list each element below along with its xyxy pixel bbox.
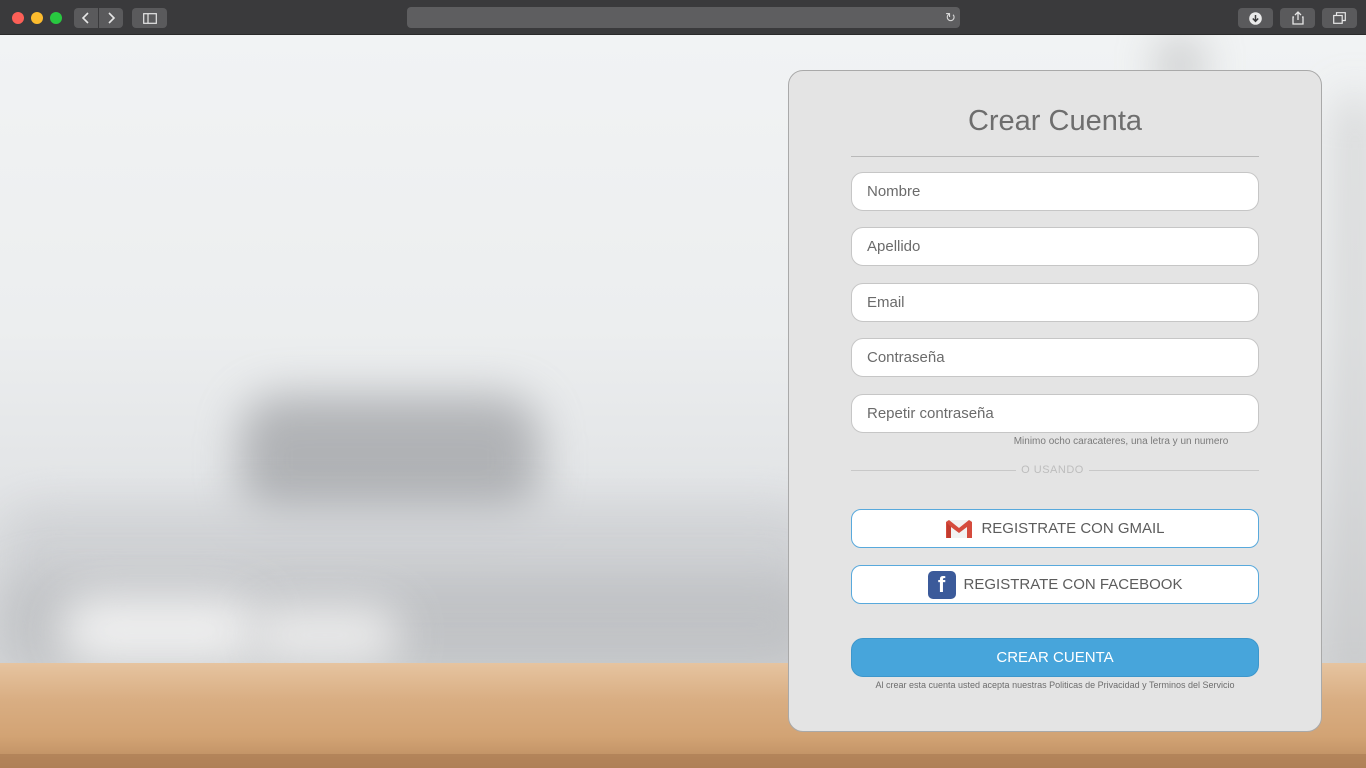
create-account-panel: Crear Cuenta Minimo ocho caracateres, un… bbox=[788, 70, 1322, 732]
email-input[interactable] bbox=[851, 283, 1259, 322]
form-title: Crear Cuenta bbox=[967, 105, 1143, 137]
browser-toolbar: ↻ bbox=[0, 0, 1366, 35]
reload-icon[interactable]: ↻ bbox=[945, 9, 956, 26]
repeat-password-input[interactable] bbox=[851, 394, 1259, 433]
facebook-signup-button[interactable]: f REGISTRATE CON FACEBOOK bbox=[851, 565, 1259, 604]
tabs-icon bbox=[1333, 12, 1346, 24]
password-input[interactable] bbox=[851, 338, 1259, 377]
zoom-window-button[interactable] bbox=[50, 12, 62, 24]
forward-button[interactable] bbox=[99, 8, 123, 28]
title-divider bbox=[851, 156, 1259, 157]
tab-overview-button[interactable] bbox=[1322, 8, 1357, 28]
terms-notice: Al crear esta cuenta usted acepta nuestr… bbox=[875, 680, 1235, 690]
sidebar-toggle-button[interactable] bbox=[132, 8, 167, 28]
password-hint: Minimo ocho caracateres, una letra y un … bbox=[1013, 436, 1229, 447]
blurred-shelf bbox=[1340, 95, 1366, 695]
downloads-button[interactable] bbox=[1238, 8, 1273, 28]
gmail-signup-button[interactable]: REGISTRATE CON GMAIL bbox=[851, 509, 1259, 548]
download-icon bbox=[1249, 11, 1262, 25]
close-window-button[interactable] bbox=[12, 12, 24, 24]
gmail-signup-label: REGISTRATE CON GMAIL bbox=[981, 520, 1165, 537]
share-icon bbox=[1291, 11, 1304, 25]
address-bar[interactable]: ↻ bbox=[407, 7, 960, 28]
share-button[interactable] bbox=[1280, 8, 1315, 28]
create-account-button[interactable]: CREAR CUENTA bbox=[851, 638, 1259, 677]
chevron-right-icon bbox=[108, 12, 116, 24]
last-name-input[interactable] bbox=[851, 227, 1259, 266]
back-button[interactable] bbox=[74, 8, 98, 28]
or-divider-label: O USANDO bbox=[1021, 464, 1084, 476]
or-divider-left bbox=[851, 470, 1016, 471]
blurred-bowl bbox=[250, 605, 400, 665]
facebook-icon: f bbox=[927, 570, 956, 599]
minimize-window-button[interactable] bbox=[31, 12, 43, 24]
gmail-icon bbox=[945, 515, 973, 543]
facebook-signup-label: REGISTRATE CON FACEBOOK bbox=[963, 576, 1183, 593]
first-name-input[interactable] bbox=[851, 172, 1259, 211]
or-divider-right bbox=[1089, 470, 1259, 471]
chevron-left-icon bbox=[81, 12, 89, 24]
blurred-pillow bbox=[60, 595, 260, 665]
sidebar-icon bbox=[142, 12, 157, 24]
